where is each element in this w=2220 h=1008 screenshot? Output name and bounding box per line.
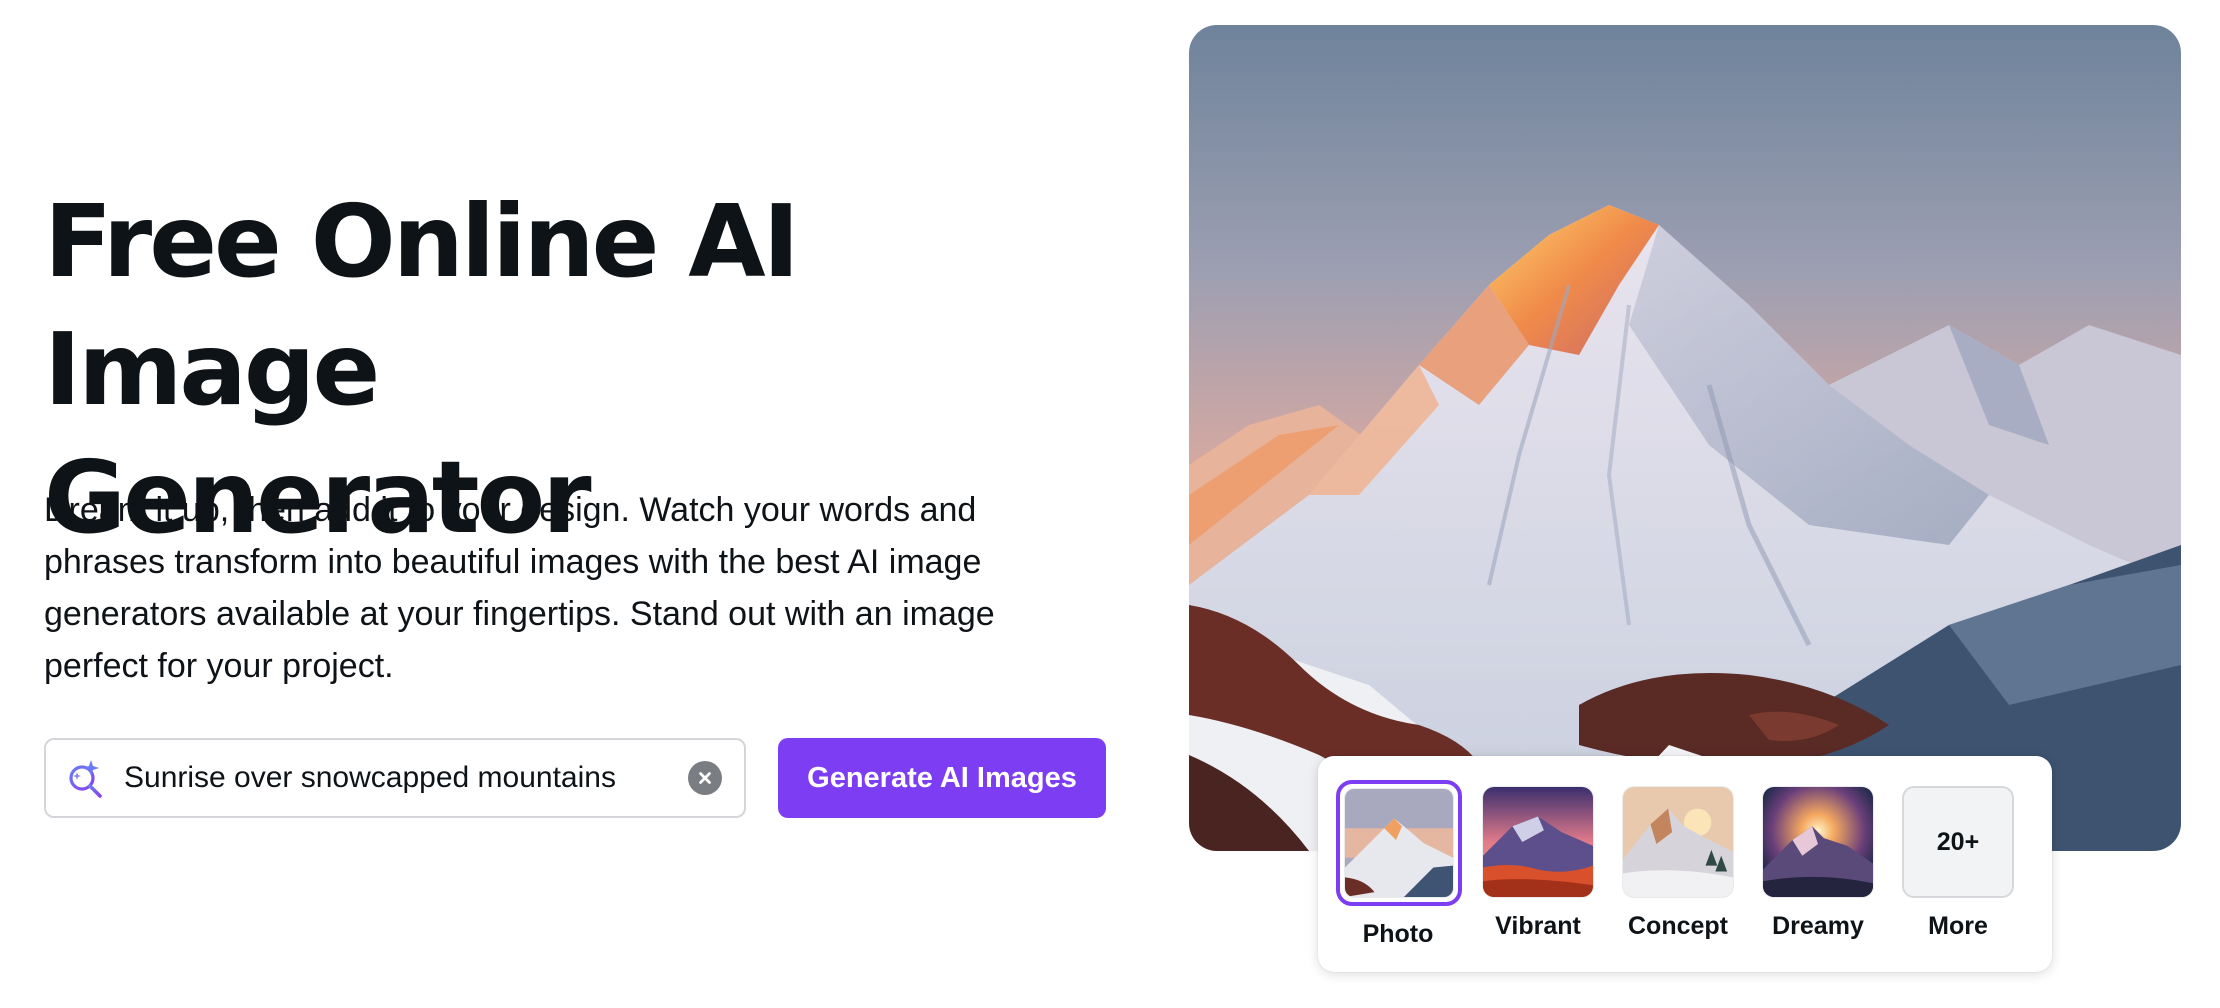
clear-icon[interactable]: [688, 761, 722, 795]
style-label-dreamy: Dreamy: [1772, 912, 1864, 940]
style-picker: Photo Vibrant Concept Dreamy 20+ More: [1318, 756, 2052, 972]
style-option-vibrant[interactable]: Vibrant: [1476, 780, 1600, 941]
vibrant-thumbnail: [1482, 786, 1594, 898]
ai-search-icon: [64, 756, 108, 800]
photo-thumbnail: [1344, 788, 1454, 898]
page-title-line-1: Free Online AI Image: [44, 183, 800, 428]
style-option-dreamy[interactable]: Dreamy: [1756, 780, 1880, 941]
style-label-vibrant: Vibrant: [1495, 912, 1581, 940]
mountain-sunrise-image: [1189, 25, 2181, 851]
selected-style-outline: [1336, 780, 1462, 906]
dreamy-thumbnail: [1762, 786, 1874, 898]
prompt-search-box[interactable]: [44, 738, 746, 818]
generate-ai-images-button[interactable]: Generate AI Images: [778, 738, 1106, 818]
style-label-concept: Concept: [1628, 912, 1728, 940]
style-option-more[interactable]: 20+ More: [1896, 780, 2020, 941]
style-label-more: More: [1928, 912, 1988, 940]
style-option-concept[interactable]: Concept: [1616, 780, 1740, 941]
style-label-photo: Photo: [1362, 920, 1434, 948]
more-styles-badge: 20+: [1902, 786, 2014, 898]
style-option-photo[interactable]: Photo: [1336, 780, 1462, 949]
concept-thumbnail: [1622, 786, 1734, 898]
page-description: Dream it up, then add it to your design.…: [44, 491, 995, 685]
prompt-input[interactable]: [124, 748, 688, 808]
